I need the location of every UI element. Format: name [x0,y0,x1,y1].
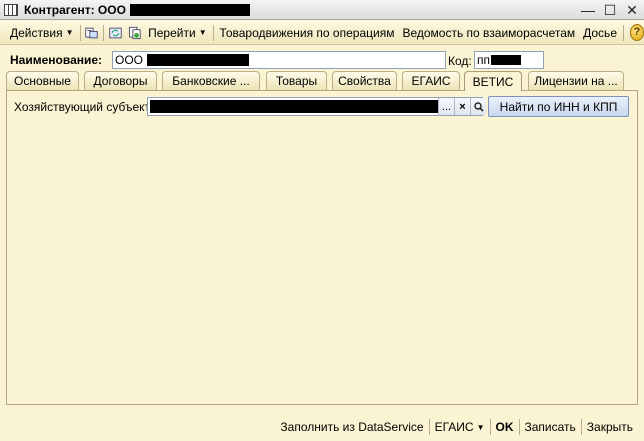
copy-icon[interactable] [128,25,141,41]
caret-down-icon: ▼ [198,28,207,37]
redacted-block [147,54,250,66]
name-row: Наименование: ООО Код: пп [8,50,638,70]
clear-button[interactable]: × [454,98,470,115]
redacted-block [150,100,440,113]
separator [79,24,81,41]
actions-menu[interactable]: Действия ▼ [6,23,78,43]
minimize-icon[interactable]: — [580,2,596,18]
caret-down-icon: ▼ [476,422,485,432]
actions-menu-label: Действия [10,25,63,40]
ellipsis-icon: ... [441,100,452,113]
tab-main[interactable]: Основные [6,71,79,90]
close-button[interactable]: Закрыть [582,420,638,434]
ok-button[interactable]: OK [491,420,519,434]
caret-down-icon: ▼ [65,28,74,37]
separator [103,24,105,41]
footer-bar: Заполнить из DataService ЕГАИС ▼ OK Запис… [0,416,644,438]
tab-bank-accounts[interactable]: Банковские ... [162,71,260,90]
tab-licenses[interactable]: Лицензии на ... [528,71,624,90]
close-label: Закрыть [586,420,633,434]
goto-menu-label: Перейти [148,25,196,40]
close-icon[interactable]: ✕ [624,2,640,18]
tab-label: Договоры [93,74,148,88]
separator [623,24,624,41]
code-label: Код: [448,54,472,68]
redacted-block [129,3,250,16]
separator [212,24,214,41]
refresh-icon[interactable] [109,25,122,41]
select-button[interactable]: ... [438,98,454,115]
form-icon [4,3,18,16]
tab-vetis[interactable]: ВЕТИС [464,71,522,91]
window-title: Контрагент: ООО [24,3,250,17]
hierarchy-icon[interactable] [85,25,98,41]
tab-label: Лицензии на ... [534,74,618,88]
save-button[interactable]: Записать [520,420,581,434]
tab-label: ВЕТИС [472,74,514,89]
goto-menu[interactable]: Перейти ▼ [144,23,210,43]
name-label: Наименование: [10,53,103,67]
goods-movement-label: Товародвижения по операциям [219,25,395,40]
vetis-panel: Хозяйствующий субъект: ... × Найти по ИН… [6,90,638,405]
find-button-label: Найти по ИНН и КПП [499,99,618,114]
code-input[interactable]: пп [474,51,544,69]
tab-goods[interactable]: Товары [266,71,327,90]
subject-input[interactable]: ... × [147,97,486,116]
help-icon[interactable]: ? [629,24,644,41]
name-input[interactable]: ООО [112,51,446,69]
ok-label: OK [495,420,514,434]
tab-strip: Основные Договоры Банковские ... Товары … [6,71,638,91]
dossier-label: Досье [583,25,617,40]
open-button[interactable] [470,98,486,115]
tab-properties[interactable]: Свойства [332,71,397,90]
fill-from-dataservice-button[interactable]: Заполнить из DataService [275,420,428,434]
save-label: Записать [524,420,576,434]
toolbar: Действия ▼ Перейти ▼ Товародвижения по опе… [0,21,644,45]
tab-egais[interactable]: ЕГАИС [402,71,460,90]
subject-label: Хозяйствующий субъект: [14,100,154,114]
name-value: ООО [115,53,144,67]
tab-label: Банковские ... [172,74,250,88]
tab-contracts[interactable]: Договоры [84,71,157,90]
redacted-block [491,55,521,65]
tab-label: Основные [14,74,71,88]
title-bar: Контрагент: ООО — ☐ ✕ [0,0,644,20]
clear-icon: × [459,100,466,113]
tab-label: Свойства [338,74,391,88]
egais-menu-label: ЕГАИС [434,420,474,434]
search-icon [473,101,484,112]
fill-label: Заполнить из DataService [280,420,424,434]
settlements-button[interactable]: Ведомость по взаиморасчетам [398,23,579,43]
dossier-button[interactable]: Досье [579,23,621,43]
goods-movement-button[interactable]: Товародвижения по операциям [215,23,398,43]
settlements-label: Ведомость по взаиморасчетам [402,25,576,40]
tab-label: ЕГАИС [411,74,451,88]
find-by-inn-kpp-button[interactable]: Найти по ИНН и КПП [488,96,629,117]
egais-menu[interactable]: ЕГАИС ▼ [430,420,490,434]
window-title-text: Контрагент: ООО [24,2,126,17]
maximize-icon[interactable]: ☐ [602,2,618,18]
tab-label: Товары [275,74,318,88]
code-value: пп [477,53,490,67]
